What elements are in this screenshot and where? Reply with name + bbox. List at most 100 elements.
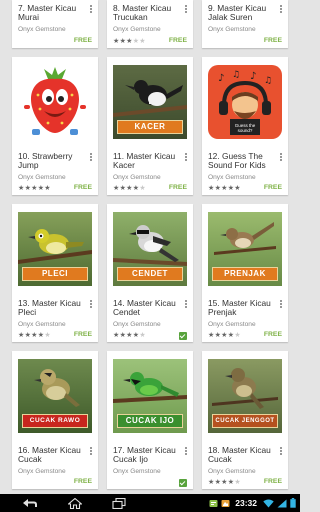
app-developer: Onyx Gemstone	[208, 174, 256, 181]
app-card[interactable]: PLECI 13. Master Kicau Pleci Onyx Gemsto…	[12, 204, 98, 342]
app-icon-pleci: PLECI	[18, 212, 92, 286]
app-price: FREE	[73, 478, 92, 485]
app-icon-cucak-rawo: CUCAK RAWO	[18, 359, 92, 433]
app-icon-guess-sound: ♪ ♫ ♪ ♫ Guess the sound?	[208, 65, 282, 139]
app-icon-label: PRENJAK	[212, 267, 278, 281]
app-card[interactable]: CUCAK RAWO 16. Master Kicau Cucak Onyx G…	[12, 351, 98, 489]
overflow-menu-icon[interactable]	[182, 299, 190, 310]
app-icon-label: CUCAK JENGGOT	[212, 414, 278, 428]
app-icon-label: CUCAK IJO	[117, 414, 183, 428]
app-icon-label: CUCAK RAWO	[22, 414, 88, 428]
overflow-menu-icon[interactable]	[277, 299, 285, 310]
overflow-menu-icon[interactable]	[182, 4, 190, 15]
app-developer: Onyx Gemstone	[18, 174, 66, 181]
battery-icon	[290, 498, 296, 508]
app-developer: Onyx Gemstone	[18, 26, 66, 33]
home-icon[interactable]	[68, 498, 82, 509]
app-title: 7. Master Kicau Murai	[18, 3, 77, 23]
app-icon-caption: Guess the sound?	[234, 123, 256, 133]
rating-stars: ★★★★★	[208, 479, 241, 486]
app-card[interactable]: ♪ ♫ ♪ ♫ Guess the sound? 12. Guess The Soun…	[202, 57, 288, 195]
app-developer: Onyx Gemstone	[18, 321, 66, 328]
rating-stars: ★★★★★	[113, 332, 146, 339]
app-developer: Onyx Gemstone	[18, 468, 66, 475]
rating-stars: ★★★★★	[18, 332, 51, 339]
overflow-menu-icon[interactable]	[277, 446, 285, 457]
app-card[interactable]: 7. Master Kicau Murai Onyx Gemstone FREE	[12, 0, 98, 48]
rating-stars: ★★★★★	[113, 185, 146, 192]
overflow-menu-icon[interactable]	[87, 299, 95, 310]
app-title: 9. Master Kicau Jalak Suren	[208, 3, 267, 23]
app-icon-label: CENDET	[117, 267, 183, 281]
app-title: 11. Master Kicau Kacer	[113, 151, 176, 171]
app-title: 15. Master Kicau Prenjak	[208, 298, 271, 318]
overflow-menu-icon[interactable]	[87, 446, 95, 457]
app-card[interactable]: KACER 11. Master Kicau Kacer Onyx Gemsto…	[107, 57, 193, 195]
wifi-icon	[263, 499, 274, 507]
app-icon-kacer: KACER	[113, 65, 187, 139]
app-price: FREE	[263, 478, 282, 485]
app-price: FREE	[263, 37, 282, 44]
rating-stars: ★★★★★	[113, 38, 146, 45]
app-title: 14. Master Kicau Cendet	[113, 298, 176, 318]
app-title: 8. Master Kicau Trucukan	[113, 3, 172, 23]
svg-text:♪: ♪	[250, 71, 256, 82]
app-title: 12. Guess The Sound For Kids	[208, 151, 266, 171]
app-price: FREE	[263, 184, 282, 191]
app-title: 13. Master Kicau Pleci	[18, 298, 81, 318]
overflow-menu-icon[interactable]	[182, 446, 190, 457]
app-card[interactable]: PRENJAK 15. Master Kicau Prenjak Onyx Ge…	[202, 204, 288, 342]
svg-text:♫: ♫	[232, 70, 240, 80]
rating-stars: ★★★★★	[18, 185, 51, 192]
app-price: FREE	[263, 331, 282, 338]
installed-icon	[179, 479, 187, 487]
system-navigation-bar: 23:32	[0, 494, 300, 512]
app-developer: Onyx Gemstone	[113, 321, 161, 328]
app-developer: Onyx Gemstone	[208, 468, 256, 475]
app-card[interactable]: 9. Master Kicau Jalak Suren Onyx Gemston…	[202, 0, 288, 48]
app-card[interactable]: CUCAK JENGGOT 18. Master Kicau Cucak Ony…	[202, 351, 288, 489]
overflow-menu-icon[interactable]	[87, 4, 95, 15]
installed-icon	[179, 332, 187, 340]
app-title: 18. Master Kicau Cucak	[208, 445, 271, 465]
app-developer: Onyx Gemstone	[208, 26, 256, 33]
app-title: 10. Strawberry Jump	[18, 151, 73, 171]
app-card[interactable]: CENDET 14. Master Kicau Cendet Onyx Gems…	[107, 204, 193, 342]
status-bar: 23:32	[209, 497, 296, 509]
signal-icon	[277, 499, 287, 507]
app-card[interactable]: CUCAK IJO 17. Master Kicau Cucak Ijo Ony…	[107, 351, 193, 489]
app-icon-label: PLECI	[22, 267, 88, 281]
rating-stars: ★★★★★	[208, 332, 241, 339]
app-developer: Onyx Gemstone	[208, 321, 256, 328]
app-price: FREE	[73, 331, 92, 338]
app-icon-strawberry	[18, 65, 92, 139]
overflow-menu-icon[interactable]	[182, 152, 190, 163]
notification-icon	[221, 499, 230, 507]
recent-apps-icon[interactable]	[112, 498, 126, 509]
app-price: FREE	[168, 184, 187, 191]
app-price: FREE	[168, 37, 187, 44]
app-icon-label: KACER	[117, 120, 183, 134]
app-developer: Onyx Gemstone	[113, 26, 161, 33]
app-icon-prenjak: PRENJAK	[208, 212, 282, 286]
svg-text:♪: ♪	[218, 73, 224, 84]
overflow-menu-icon[interactable]	[277, 4, 285, 15]
svg-text:♫: ♫	[264, 76, 272, 86]
app-icon-cucak-jenggot: CUCAK JENGGOT	[208, 359, 282, 433]
app-card[interactable]: 10. Strawberry Jump Onyx Gemstone ★★★★★ …	[12, 57, 98, 195]
rating-stars: ★★★★★	[208, 185, 241, 192]
clock-time: 23:32	[235, 498, 257, 508]
overflow-menu-icon[interactable]	[87, 152, 95, 163]
app-card[interactable]: 8. Master Kicau Trucukan Onyx Gemstone ★…	[107, 0, 193, 48]
app-title: 16. Master Kicau Cucak	[18, 445, 81, 465]
app-icon-cucak-ijo: CUCAK IJO	[113, 359, 187, 433]
app-grid: 7. Master Kicau Murai Onyx Gemstone FREE…	[0, 0, 300, 494]
app-icon-cendet: CENDET	[113, 212, 187, 286]
notification-icon	[209, 499, 218, 507]
app-title: 17. Master Kicau Cucak Ijo	[113, 445, 176, 465]
app-price: FREE	[73, 184, 92, 191]
back-icon[interactable]	[22, 498, 38, 508]
app-price: FREE	[73, 37, 92, 44]
overflow-menu-icon[interactable]	[277, 152, 285, 163]
app-developer: Onyx Gemstone	[113, 468, 161, 475]
